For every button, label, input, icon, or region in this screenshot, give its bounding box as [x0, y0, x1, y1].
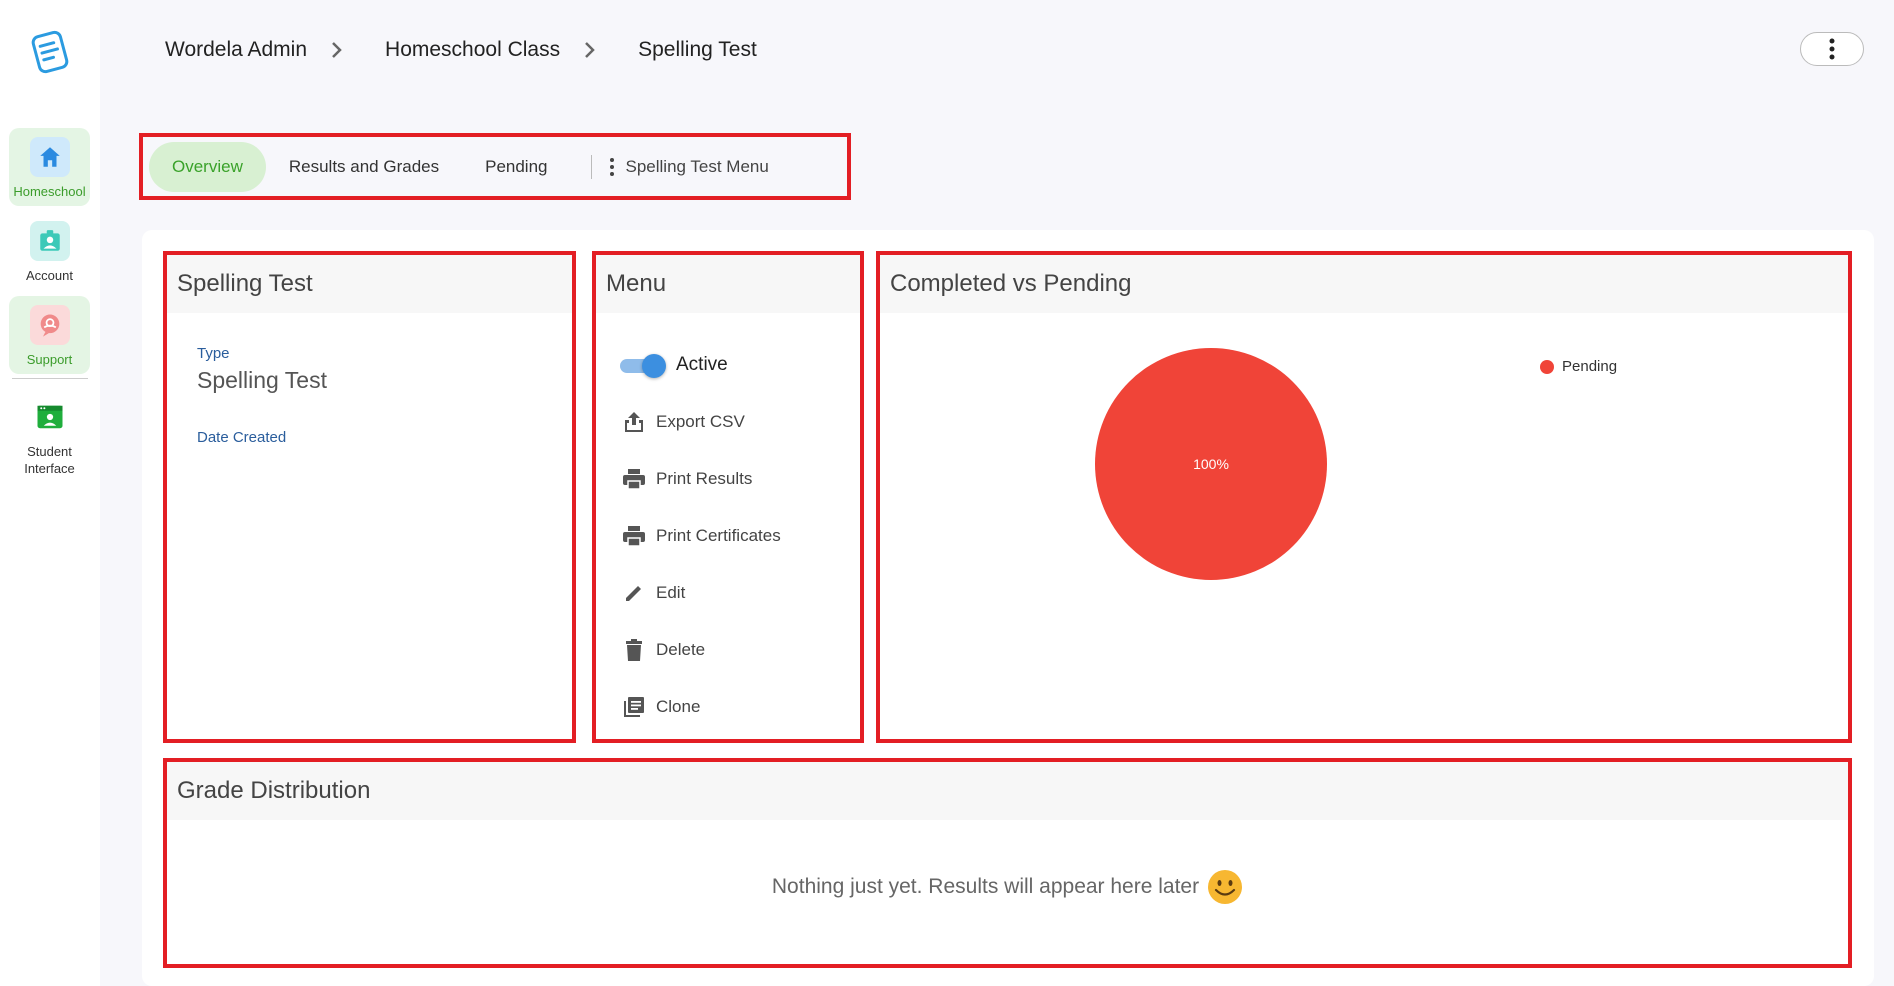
menu-item-label: Export CSV	[656, 411, 745, 431]
pie-chart: 100%	[1095, 348, 1327, 580]
legend-swatch-pending	[1540, 359, 1554, 374]
tab-menu-label: Spelling Test Menu	[625, 156, 769, 176]
menu-card-title: Menu	[596, 255, 860, 313]
library-copy-icon	[620, 693, 648, 721]
grade-card-title: Grade Distribution	[167, 762, 1848, 820]
clone-button[interactable]: Clone	[620, 678, 781, 735]
vertical-dots-icon	[1829, 38, 1835, 60]
menu-item-label: Print Certificates	[656, 525, 781, 545]
home-icon	[29, 137, 70, 177]
completed-vs-pending-card: Completed vs Pending 100% Pending	[876, 251, 1852, 743]
tab-spelling-test-menu[interactable]: Spelling Test Menu	[609, 156, 769, 177]
export-csv-button[interactable]: Export CSV	[620, 393, 781, 450]
edit-button[interactable]: Edit	[620, 564, 781, 621]
breadcrumb-item[interactable]: Homeschool Class	[385, 38, 560, 62]
type-value: Spelling Test	[197, 367, 327, 393]
chevron-right-icon	[582, 42, 598, 58]
tab-overview[interactable]: Overview	[149, 141, 266, 192]
printer-icon	[620, 465, 648, 493]
chart-card-title: Completed vs Pending	[880, 255, 1848, 313]
breadcrumb-item-current: Spelling Test	[638, 38, 757, 61]
info-card-title: Spelling Test	[167, 255, 572, 313]
tab-bar: Overview Results and Grades Pending Spel…	[139, 133, 851, 200]
menu-item-label: Print Results	[656, 468, 753, 488]
upload-icon	[620, 408, 648, 436]
wordela-logo-icon[interactable]	[24, 26, 76, 78]
tab-results-and-grades[interactable]: Results and Grades	[266, 142, 462, 192]
breadcrumb: Wordela Admin Homeschool Class Spelling …	[165, 30, 757, 70]
info-card: Spelling Test Type Spelling Test Date Cr…	[163, 251, 576, 743]
menu-item-label: Clone	[656, 696, 701, 716]
trash-icon	[620, 636, 648, 664]
breadcrumb-item[interactable]: Wordela Admin	[165, 38, 307, 62]
sidebar-item-student-interface[interactable]: Student Interface	[9, 388, 90, 478]
pie-slice-label: 100%	[1193, 456, 1229, 472]
vertical-dots-icon	[609, 157, 614, 176]
menu-item-label: Delete	[656, 639, 706, 659]
empty-state: Nothing just yet. Results will appear he…	[167, 869, 1848, 905]
active-toggle-row: Active	[620, 341, 781, 389]
account-badge-icon	[29, 221, 70, 261]
print-results-button[interactable]: Print Results	[620, 450, 781, 507]
active-toggle[interactable]	[620, 354, 666, 378]
menu-list: Active Export CSV Print Results Print Ce…	[620, 341, 781, 735]
sidebar-item-support[interactable]: Support	[9, 296, 90, 374]
chevron-right-icon	[329, 42, 345, 58]
more-options-button[interactable]	[1800, 32, 1864, 66]
sidebar-item-label: Student Interface	[24, 444, 75, 476]
student-interface-icon	[30, 397, 70, 437]
date-created-label: Date Created	[197, 429, 287, 446]
menu-item-label: Edit	[656, 582, 686, 602]
print-certificates-button[interactable]: Print Certificates	[620, 507, 781, 564]
sidebar-item-label: Support	[26, 352, 73, 367]
grade-distribution-card: Grade Distribution Nothing just yet. Res…	[163, 758, 1852, 968]
sidebar-item-label: Account	[26, 268, 73, 283]
empty-state-message: Nothing just yet. Results will appear he…	[771, 875, 1200, 898]
tab-divider	[590, 154, 592, 179]
support-chat-icon	[29, 305, 70, 345]
printer-icon	[620, 522, 648, 550]
type-label: Type	[197, 345, 230, 362]
tab-pending[interactable]: Pending	[462, 142, 570, 192]
sidebar-divider	[12, 378, 88, 379]
chart-legend[interactable]: Pending	[1540, 358, 1617, 375]
sidebar: Homeschool Account Support Student Inter…	[0, 0, 100, 986]
sidebar-item-homeschool[interactable]: Homeschool	[9, 128, 90, 206]
delete-button[interactable]: Delete	[620, 621, 781, 678]
pencil-icon	[620, 579, 648, 607]
smiley-icon	[1208, 870, 1243, 904]
active-toggle-label: Active	[676, 354, 728, 375]
sidebar-item-label: Homeschool	[13, 184, 86, 199]
legend-label-pending: Pending	[1562, 358, 1618, 375]
menu-card: Menu Active Export CSV Print Results Pri…	[592, 251, 864, 743]
sidebar-item-account[interactable]: Account	[9, 212, 90, 288]
